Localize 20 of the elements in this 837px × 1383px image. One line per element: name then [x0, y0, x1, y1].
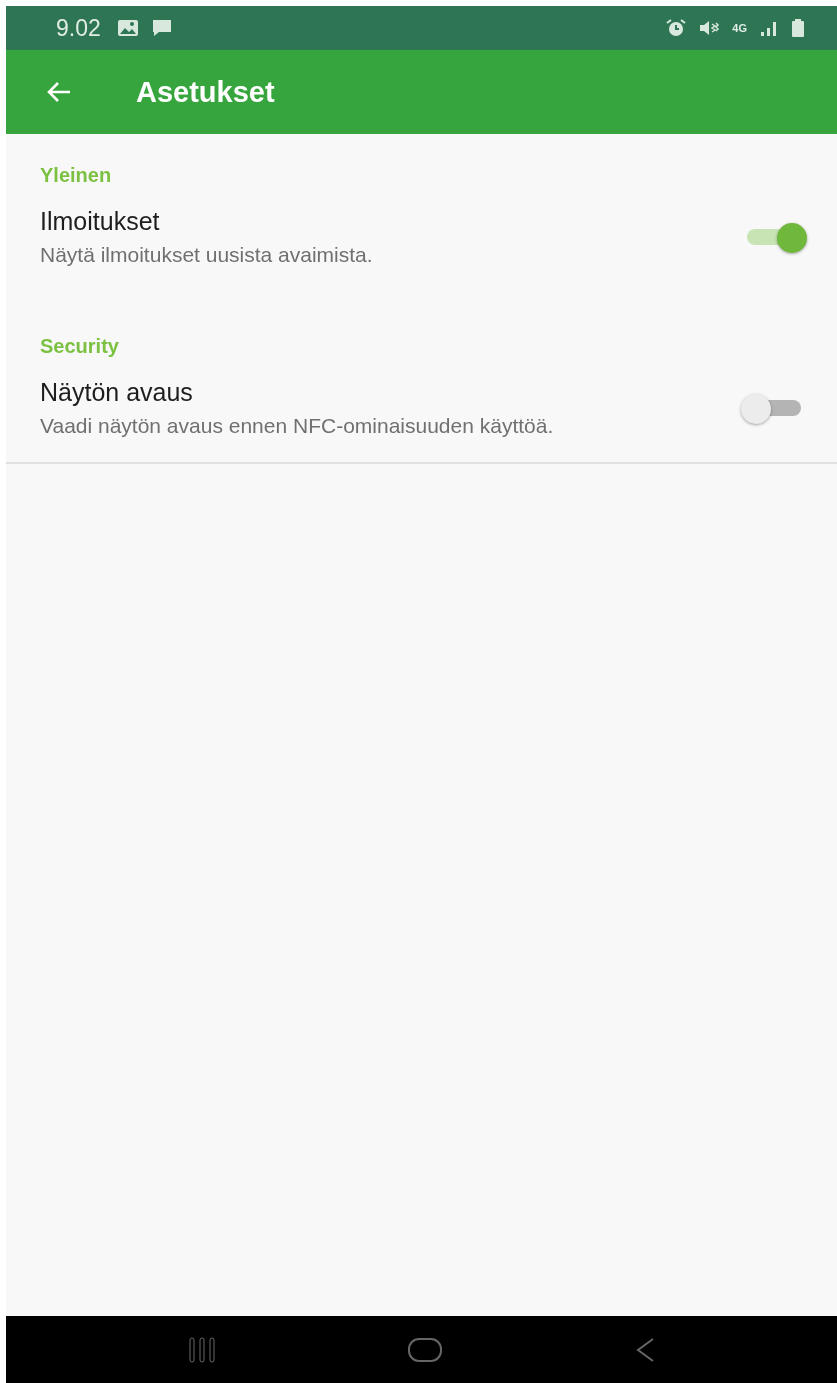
setting-title: Näytön avaus — [40, 378, 194, 408]
back-arrow-icon — [46, 81, 72, 103]
setting-title: Ilmoitukset — [40, 207, 161, 236]
signal-icon — [759, 20, 779, 36]
battery-icon — [791, 19, 805, 37]
mute-icon — [698, 19, 721, 37]
home-icon[interactable] — [406, 1335, 443, 1364]
setting-row[interactable]: Näytön avaus Vaadi näytön avaus ennen NFC-ominaisuuden käyttöä. — [6, 358, 837, 439]
screen-title: Asetukset — [136, 75, 275, 109]
image-icon — [116, 19, 139, 37]
recent-apps-icon[interactable] — [186, 1335, 217, 1364]
section-header: Yleinen — [39, 163, 113, 187]
setting-summary: Näytä ilmoitukset uusista avaimista. — [40, 242, 374, 268]
network-type: 4G — [732, 22, 747, 34]
setting-row[interactable]: Ilmoitukset Näytä ilmoitukset uusista avaimista. — [6, 187, 837, 268]
section-header: Security — [39, 334, 120, 359]
alarm-icon — [666, 19, 687, 37]
status-time: 9.02 — [56, 14, 101, 42]
setting-summary: Vaadi näytön avaus ennen NFC-ominaisuuden käyttöä. — [40, 413, 555, 439]
message-icon — [150, 19, 173, 37]
